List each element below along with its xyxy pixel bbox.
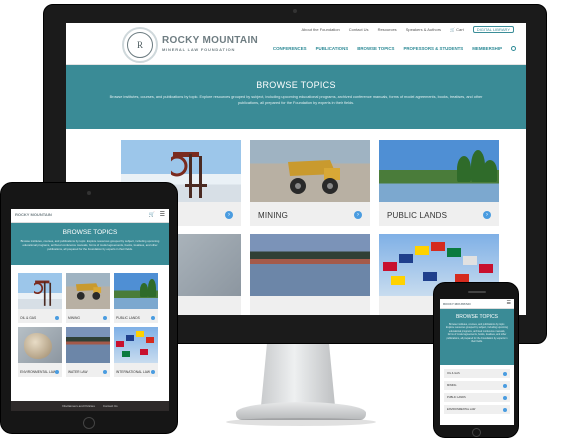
camera	[87, 191, 91, 195]
phone-device: ROCKY MOUNTAIN ☰ BROWSE TOPICS Browse in…	[433, 282, 519, 438]
rock-graphic	[24, 333, 52, 359]
topic-label: MINING	[68, 316, 80, 320]
arrow-right-icon[interactable]	[103, 316, 107, 320]
hamburger-icon[interactable]: ☰	[507, 300, 511, 306]
topic-label: OIL & GAS	[20, 316, 37, 320]
phone-hero-description: Browse institutes, courses, and publicat…	[446, 323, 508, 344]
phone-header: ROCKY MOUNTAIN ☰	[440, 299, 514, 309]
flag-graphic	[126, 335, 134, 341]
topic-label: PUBLIC LANDS	[387, 211, 448, 220]
topic-label: ENVIRONMENTAL LAW	[20, 370, 56, 374]
oil-pump-image	[18, 273, 62, 309]
list-item[interactable]: OIL & GAS	[444, 369, 510, 378]
topic-card-water[interactable]	[250, 234, 370, 315]
flag-graphic	[423, 272, 437, 281]
phone-hero: BROWSE TOPICS Browse institutes, courses…	[440, 309, 514, 365]
arrow-right-icon[interactable]	[103, 370, 107, 374]
mining-truck-image	[250, 140, 370, 202]
tree-graphic	[483, 160, 497, 182]
flag-graphic	[415, 246, 429, 255]
footer-link-disclaimers[interactable]: Disclaimers and Policies	[62, 404, 95, 408]
arrow-right-icon[interactable]	[503, 371, 507, 376]
mining-truck-image	[66, 273, 110, 309]
list-item[interactable]: MINING	[444, 381, 510, 390]
flag-graphic	[399, 254, 413, 263]
arrow-right-icon[interactable]	[151, 370, 155, 374]
flag-graphic	[479, 264, 493, 273]
topic-card-mining[interactable]: MINING ›	[250, 140, 370, 226]
flag-graphic	[116, 341, 124, 347]
phone-screen: ROCKY MOUNTAIN ☰ BROWSE TOPICS Browse in…	[440, 299, 514, 425]
flag-graphic	[447, 248, 461, 257]
tablet-card-public-lands[interactable]: PUBLIC LANDS	[114, 273, 158, 323]
cart-icon[interactable]: 🛒	[149, 212, 155, 218]
phone-speaker	[468, 291, 486, 293]
rock-image	[18, 327, 62, 363]
topic-label: WATER LAW	[68, 370, 88, 374]
arrow-right-icon[interactable]	[503, 383, 507, 388]
home-button	[472, 428, 481, 437]
hamburger-icon[interactable]: ☰	[160, 212, 165, 218]
haul-truck-graphic	[75, 283, 102, 300]
tree-graphic	[457, 156, 471, 182]
tablet-card-international[interactable]: INTERNATIONAL LAW	[114, 327, 158, 377]
flag-graphic	[463, 256, 477, 265]
phone-topic-list: OIL & GAS MINING PUBLIC LANDS ENVIRONMEN…	[440, 365, 514, 414]
flag-graphic	[122, 351, 130, 357]
tablet-header: ROCKY MOUNTAIN 🛒 ☰	[11, 209, 169, 223]
flag-graphic	[140, 349, 148, 355]
flag-graphic	[383, 262, 397, 271]
tablet-card-oil-gas[interactable]: OIL & GAS	[18, 273, 62, 323]
tablet-hero-description: Browse institutes, courses, and publicat…	[20, 239, 160, 251]
list-item-label: PUBLIC LANDS	[447, 396, 466, 399]
phone-page-title: BROWSE TOPICS	[455, 314, 499, 320]
flag-graphic	[136, 331, 144, 337]
topic-label: PUBLIC LANDS	[116, 316, 140, 320]
tablet-hero: BROWSE TOPICS Browse institutes, courses…	[11, 223, 169, 265]
arrow-right-icon[interactable]	[151, 316, 155, 320]
arrow-right-icon[interactable]	[503, 407, 507, 412]
camera	[293, 9, 297, 13]
monitor-stand	[261, 344, 335, 406]
monitor-shadow	[226, 418, 376, 426]
tablet-topic-grid: OIL & GAS MINING PUBLIC LANDS ENVIRONMEN…	[18, 273, 158, 377]
topic-label: MINING	[258, 211, 289, 220]
topic-label: INTERNATIONAL LAW	[116, 370, 150, 374]
footer-link-contact[interactable]: Contact Us	[103, 404, 118, 408]
tablet-card-mining[interactable]: MINING	[66, 273, 110, 323]
flag-graphic	[431, 242, 445, 251]
list-item[interactable]: PUBLIC LANDS	[444, 393, 510, 402]
arrow-right-icon[interactable]: ›	[354, 211, 362, 219]
tablet-screen: ROCKY MOUNTAIN 🛒 ☰ BROWSE TOPICS Browse …	[11, 209, 169, 411]
tablet-logo[interactable]: ROCKY MOUNTAIN	[15, 212, 52, 217]
phone-logo[interactable]: ROCKY MOUNTAIN	[443, 302, 471, 306]
list-item-label: ENVIRONMENTAL LAW	[447, 408, 476, 411]
pumpjack-graphic	[34, 280, 52, 306]
tablet-device: ROCKY MOUNTAIN 🛒 ☰ BROWSE TOPICS Browse …	[0, 182, 178, 434]
arrow-right-icon[interactable]	[503, 395, 507, 400]
haul-truck-graphic	[288, 160, 340, 194]
flag-graphic	[391, 276, 405, 285]
topic-card-public-lands[interactable]: PUBLIC LANDS ›	[379, 140, 499, 226]
public-lands-image	[114, 273, 158, 309]
tablet-page-title: BROWSE TOPICS	[62, 229, 118, 236]
lake-image	[250, 234, 370, 296]
public-lands-image	[379, 140, 499, 202]
tree-graphic	[148, 279, 156, 297]
arrow-right-icon[interactable]	[55, 370, 59, 374]
list-item[interactable]: ENVIRONMENTAL LAW	[444, 405, 510, 414]
flag-graphic	[146, 337, 154, 343]
arrow-right-icon[interactable]: ›	[483, 211, 491, 219]
tree-graphic	[140, 283, 148, 297]
lake-image	[66, 327, 110, 363]
flags-image	[114, 327, 158, 363]
tablet-footer: Disclaimers and Policies Contact Us	[11, 401, 169, 411]
list-item-label: MINING	[447, 384, 457, 387]
tablet-card-water[interactable]: WATER LAW	[66, 327, 110, 377]
home-button	[83, 417, 95, 429]
tablet-card-environmental[interactable]: ENVIRONMENTAL LAW	[18, 327, 62, 377]
arrow-right-icon[interactable]: ›	[225, 211, 233, 219]
list-item-label: OIL & GAS	[447, 372, 460, 375]
arrow-right-icon[interactable]	[55, 316, 59, 320]
